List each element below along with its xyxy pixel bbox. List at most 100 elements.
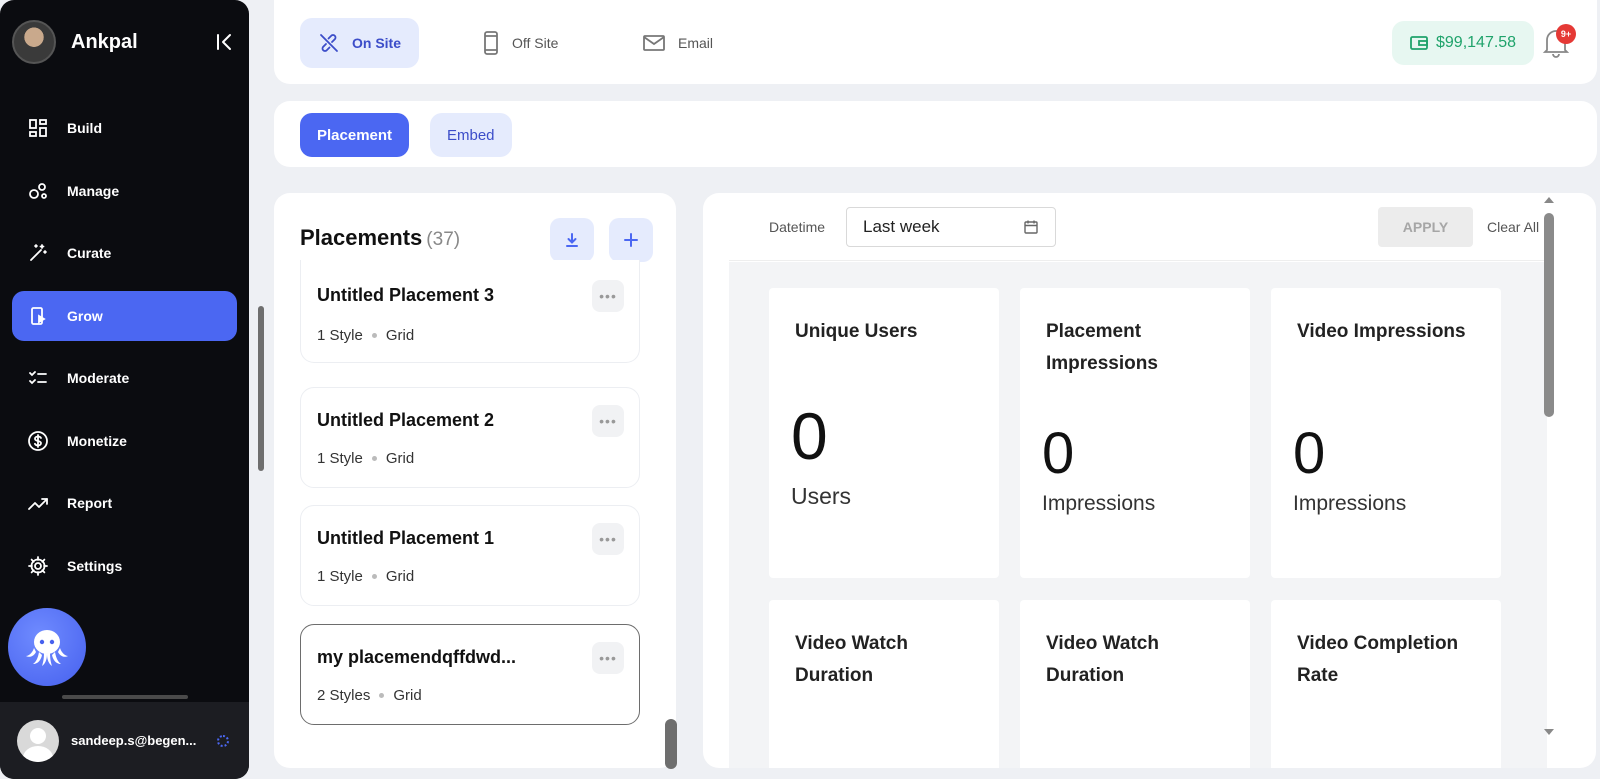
metric-title: Video Watch Duration: [795, 633, 908, 686]
clear-all-button[interactable]: Clear All: [1487, 219, 1539, 235]
metric-unit: Impressions: [1042, 492, 1156, 515]
wand-icon: [27, 242, 49, 264]
brand-name: Ankpal: [71, 30, 138, 53]
metric-card-placement-impressions: Placement Impressions 0 Impressions: [1020, 288, 1250, 578]
placement-card[interactable]: Untitled Placement 2 1 Style Grid •••: [300, 387, 640, 488]
placements-panel: Placements (37) Untitled Placement 3 1 St…: [274, 193, 676, 768]
download-button[interactable]: [550, 218, 594, 262]
build-icon: [27, 117, 49, 139]
placements-count: (37): [426, 229, 461, 250]
placement-meta: 1 Style Grid: [317, 568, 414, 585]
sidebar-item-monetize[interactable]: Monetize: [12, 416, 237, 466]
card-menu-button[interactable]: •••: [592, 642, 624, 674]
sidebar-item-label: Build: [67, 120, 102, 136]
card-menu-button[interactable]: •••: [592, 280, 624, 312]
placement-title: Untitled Placement 1: [317, 528, 495, 548]
sub-tab-bar: Placement Embed: [274, 101, 1597, 167]
card-menu-button[interactable]: •••: [592, 405, 624, 437]
separator-dot: [379, 693, 385, 698]
sidebar-item-grow[interactable]: Grow: [12, 290, 237, 341]
separator-dot: [371, 333, 377, 338]
placement-card[interactable]: Untitled Placement 3 1 Style Grid •••: [300, 260, 640, 363]
placement-meta: 2 Styles Grid: [317, 687, 422, 704]
trend-icon: [27, 492, 49, 514]
dollar-icon: [27, 430, 49, 452]
placements-title: Placements (37): [300, 225, 460, 251]
sidebar-item-label: Monetize: [67, 432, 127, 449]
metric-value: 0: [1042, 421, 1075, 486]
wallet-icon: [1410, 35, 1428, 51]
sidebar-scrollbar[interactable]: [258, 306, 264, 471]
placement-styles: 2 Styles: [317, 687, 371, 704]
sidebar-item-curate[interactable]: Curate: [12, 228, 237, 278]
user-profile[interactable]: sandeep.s@begen...: [0, 702, 249, 779]
user-avatar: [17, 719, 59, 762]
sidebar-item-settings[interactable]: Settings: [12, 541, 237, 591]
sidebar-nav: Build Manage Curate Grow Moderate Moneti…: [12, 103, 237, 603]
sidebar-item-manage[interactable]: Manage: [12, 166, 237, 216]
plus-icon: [624, 233, 638, 247]
tab-placement[interactable]: Placement: [300, 113, 410, 157]
metric-title: Unique Users: [795, 321, 918, 342]
analytics-scrollbar[interactable]: [1541, 193, 1557, 741]
placement-layout: Grid: [385, 327, 415, 344]
gear-icon: [27, 555, 49, 577]
placements-scrollbar[interactable]: [665, 719, 677, 769]
placement-title: Untitled Placement 3: [317, 285, 495, 305]
verified-icon: [217, 734, 229, 747]
sidebar-item-moderate[interactable]: Moderate: [12, 353, 237, 403]
placement-card[interactable]: Untitled Placement 1 1 Style Grid •••: [300, 505, 640, 606]
apply-button[interactable]: APPLY: [1378, 207, 1473, 247]
placement-title: Untitled Placement 2: [317, 410, 495, 430]
sidebar-item-build[interactable]: Build: [12, 103, 237, 153]
placement-card-selected[interactable]: my placemendqffdwd... 2 Styles Grid •••: [300, 624, 640, 725]
separator-dot: [371, 456, 377, 461]
sidebar-item-label: Moderate: [67, 370, 130, 386]
tab-label: Email: [678, 35, 714, 51]
tab-on-site[interactable]: On Site: [300, 18, 420, 68]
tab-label: Off Site: [512, 35, 559, 51]
datetime-label: Datetime: [769, 219, 826, 235]
date-range-picker[interactable]: Last week: [846, 207, 1056, 247]
metric-card-video-watch-duration-2: Video Watch Duration: [1020, 600, 1250, 768]
balance-amount: $99,147.58: [1436, 34, 1517, 51]
manage-icon: [27, 180, 49, 202]
card-menu-button[interactable]: •••: [592, 523, 624, 555]
scroll-up-arrow[interactable]: [1544, 197, 1554, 203]
placement-layout: Grid: [385, 450, 415, 467]
scroll-down-arrow[interactable]: [1544, 729, 1554, 735]
add-placement-button[interactable]: [609, 218, 653, 262]
sidebar-item-report[interactable]: Report: [12, 478, 237, 528]
collapse-sidebar-button[interactable]: [213, 30, 237, 54]
link-off-icon: [318, 32, 340, 54]
placement-styles: 1 Style: [317, 450, 363, 467]
tab-off-site[interactable]: Off Site: [464, 18, 576, 68]
wallet-balance[interactable]: $99,147.58: [1392, 21, 1535, 65]
metric-title: Placement Impressions: [1046, 321, 1158, 374]
metric-title: Video Impressions: [1297, 321, 1466, 342]
metric-card-video-completion-rate: Video Completion Rate: [1271, 600, 1501, 768]
tab-email[interactable]: Email: [624, 18, 731, 68]
sidebar-resize-handle[interactable]: [62, 695, 188, 699]
notifications-button[interactable]: 9+: [1542, 24, 1576, 60]
placement-layout: Grid: [393, 687, 422, 704]
scrollbar-thumb[interactable]: [1544, 213, 1554, 417]
phone-icon: [482, 31, 500, 55]
brand-avatar[interactable]: [12, 20, 56, 64]
brand: Ankpal: [12, 20, 237, 64]
tab-label: On Site: [352, 35, 402, 51]
user-email: sandeep.s@begen...: [71, 733, 197, 748]
checklist-icon: [27, 367, 49, 389]
mail-icon: [642, 34, 666, 52]
top-bar: On Site Off Site Email $99,147.58 9+: [274, 0, 1597, 84]
metric-value: 0: [1293, 421, 1326, 486]
date-range-value: Last week: [863, 217, 940, 236]
metric-title: Video Watch Duration: [1046, 633, 1159, 686]
analytics-panel: Datetime Last week APPLY Clear All Uniqu…: [703, 193, 1596, 768]
tab-embed[interactable]: Embed: [430, 113, 512, 157]
octopus-icon: [26, 630, 68, 666]
placement-styles: 1 Style: [317, 568, 363, 585]
assistant-button[interactable]: [8, 608, 86, 686]
calendar-icon: [1023, 219, 1039, 235]
metric-value: 0: [791, 399, 828, 473]
